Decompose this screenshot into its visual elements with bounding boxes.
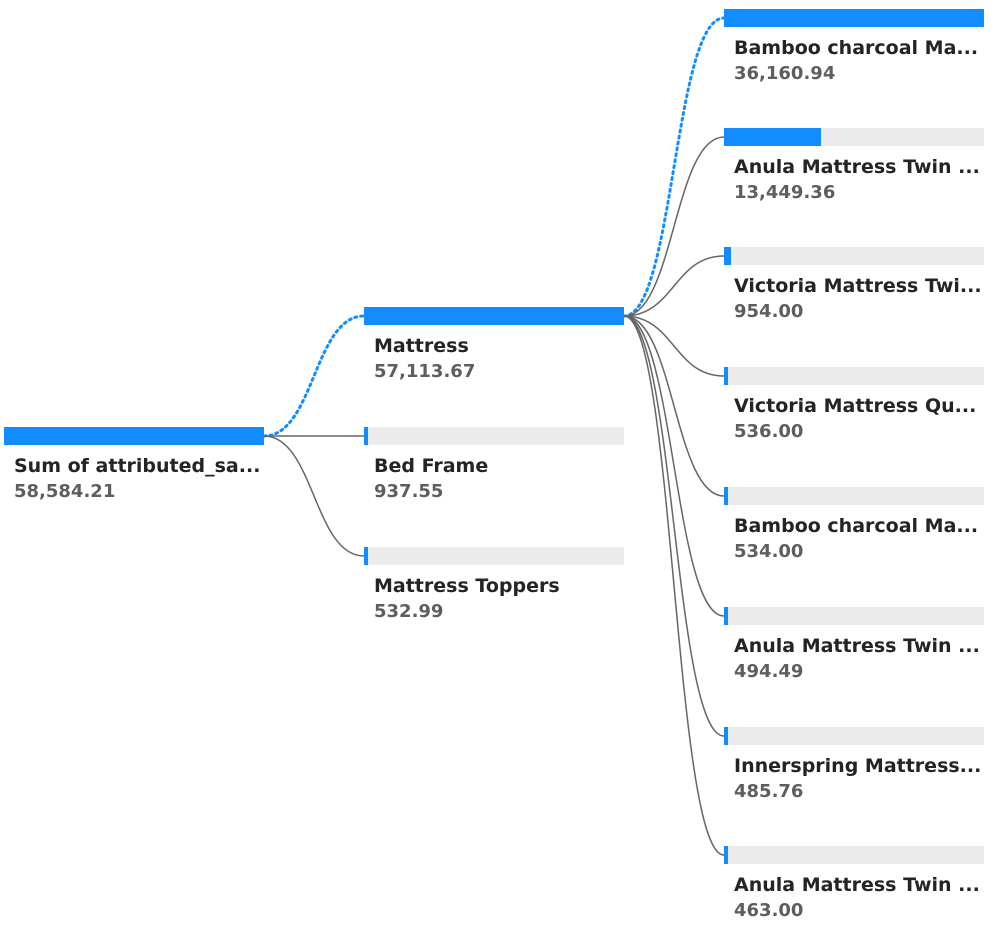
tree-node-root[interactable]: Sum of attributed_sa... 58,584.21 (4, 427, 264, 502)
bar-fill (724, 727, 728, 745)
node-label: Mattress (374, 335, 469, 357)
bar-fill (364, 427, 368, 445)
node-value: 36,160.94 (734, 63, 836, 84)
node-value: 494.49 (734, 661, 804, 682)
bar-fill (724, 487, 728, 505)
tree-link (623, 136, 725, 317)
tree-node-level1[interactable]: Mattress 57,113.67 (364, 307, 624, 382)
node-value: 954.00 (734, 301, 804, 322)
tree-link (623, 315, 725, 377)
tree-link (623, 315, 725, 737)
bar-track (724, 607, 984, 625)
bar-track (724, 727, 984, 745)
bar-fill (724, 367, 728, 385)
bar-track (724, 487, 984, 505)
tree-node-level2[interactable]: Victoria Mattress Qu... 536.00 (724, 367, 984, 442)
node-label: Bamboo charcoal Ma... (734, 37, 979, 59)
node-value: 463.00 (734, 900, 804, 921)
node-label: Bed Frame (374, 455, 489, 477)
bar-fill (724, 247, 731, 265)
tree-node-level2[interactable]: Bamboo charcoal Ma... 36,160.94 (724, 9, 984, 84)
bar-fill (724, 128, 821, 146)
bar-track (364, 427, 624, 445)
node-label: Mattress Toppers (374, 575, 560, 597)
tree-link (622, 16, 726, 318)
tree-link (263, 435, 365, 557)
bar-fill (364, 307, 624, 325)
bar-fill (724, 9, 984, 27)
tree-node-level2[interactable]: Innerspring Mattress... 485.76 (724, 727, 984, 802)
node-label: Anula Mattress Twin ... (734, 156, 980, 178)
tree-link (262, 314, 366, 438)
node-label: Anula Mattress Twin ... (734, 874, 980, 896)
bar-track (364, 547, 624, 565)
node-label: Sum of attributed_sa... (14, 455, 261, 477)
tree-node-level2[interactable]: Bamboo charcoal Ma... 534.00 (724, 487, 984, 562)
node-label: Victoria Mattress Twi... (734, 275, 982, 297)
tree-node-level2[interactable]: Anula Mattress Twin ... 494.49 (724, 607, 984, 682)
node-value: 485.76 (734, 781, 804, 802)
tree-node-level2[interactable]: Victoria Mattress Twi... 954.00 (724, 247, 984, 322)
tree-link (623, 315, 725, 856)
node-value: 536.00 (734, 421, 804, 442)
bar-fill (724, 846, 728, 864)
bar-track (724, 367, 984, 385)
tree-node-level1[interactable]: Bed Frame 937.55 (364, 427, 624, 502)
node-label: Victoria Mattress Qu... (734, 395, 977, 417)
node-label: Bamboo charcoal Ma... (734, 515, 979, 537)
node-value: 13,449.36 (734, 182, 836, 203)
tree-node-level2[interactable]: Anula Mattress Twin ... 463.00 (724, 846, 984, 921)
bar-fill (724, 607, 728, 625)
node-label: Anula Mattress Twin ... (734, 635, 980, 657)
tree-node-level1[interactable]: Mattress Toppers 532.99 (364, 547, 624, 622)
node-value: 57,113.67 (374, 361, 476, 382)
bar-track (724, 247, 984, 265)
node-label: Innerspring Mattress... (734, 755, 982, 777)
bar-track (724, 846, 984, 864)
tree-node-level2[interactable]: Anula Mattress Twin ... 13,449.36 (724, 128, 984, 203)
tree-link (623, 315, 725, 617)
bar-fill (4, 427, 264, 445)
node-value: 937.55 (374, 481, 444, 502)
bar-fill (364, 547, 368, 565)
node-value: 58,584.21 (14, 481, 116, 502)
node-value: 534.00 (734, 541, 804, 562)
node-value: 532.99 (374, 601, 444, 622)
